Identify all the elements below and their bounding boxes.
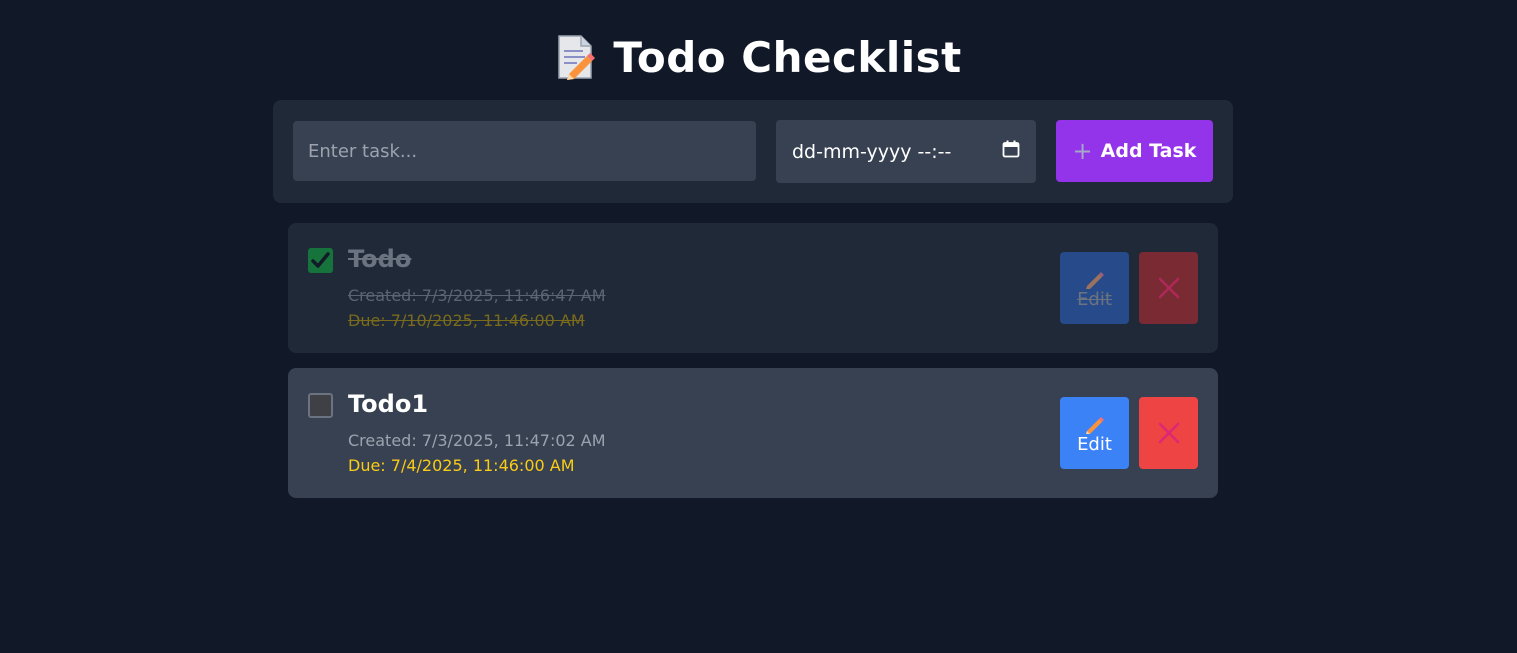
add-task-label: Add Task	[1100, 140, 1197, 162]
pencil-icon	[1085, 416, 1104, 434]
edit-button-label: Edit	[1077, 288, 1112, 310]
todo-due-date: Due: 7/4/2025, 11:46:00 AM	[348, 456, 575, 475]
todo-created-date: Created: 7/3/2025, 11:46:47 AM	[348, 286, 606, 305]
todo-title: Todo1	[348, 390, 429, 418]
todo-app: Todo Checklist dd-mm-yyyy --:-- + Add Ta…	[0, 0, 1517, 653]
todo-due-date: Due: 7/10/2025, 11:46:00 AM	[348, 311, 585, 330]
edit-button-label: Edit	[1077, 433, 1112, 455]
todo-item: Todo1 Created: 7/3/2025, 11:47:02 AM Due…	[288, 368, 1218, 498]
delete-button[interactable]	[1139, 252, 1198, 324]
add-task-button[interactable]: + Add Task	[1056, 120, 1213, 182]
checkmark-icon	[311, 252, 330, 268]
due-date-input[interactable]: dd-mm-yyyy --:--	[776, 120, 1036, 183]
todo-title: Todo	[348, 245, 412, 273]
memo-icon	[555, 34, 596, 80]
pencil-icon	[1085, 271, 1104, 289]
task-input[interactable]	[293, 121, 756, 181]
todo-checkbox[interactable]	[308, 393, 333, 418]
plus-icon: +	[1072, 137, 1093, 165]
page-title: Todo Checklist	[0, 28, 1517, 88]
page-title-text: Todo Checklist	[613, 33, 962, 82]
close-icon	[1158, 422, 1179, 444]
delete-button[interactable]	[1139, 397, 1198, 469]
due-date-placeholder: dd-mm-yyyy --:--	[792, 140, 952, 163]
todo-item: Todo Created: 7/3/2025, 11:46:47 AM Due:…	[288, 223, 1218, 353]
edit-button[interactable]: Edit	[1060, 252, 1129, 324]
edit-button[interactable]: Edit	[1060, 397, 1129, 469]
close-icon	[1158, 277, 1179, 299]
todo-checkbox[interactable]	[308, 248, 333, 273]
calendar-icon[interactable]	[1002, 140, 1020, 163]
todo-created-date: Created: 7/3/2025, 11:47:02 AM	[348, 431, 606, 450]
